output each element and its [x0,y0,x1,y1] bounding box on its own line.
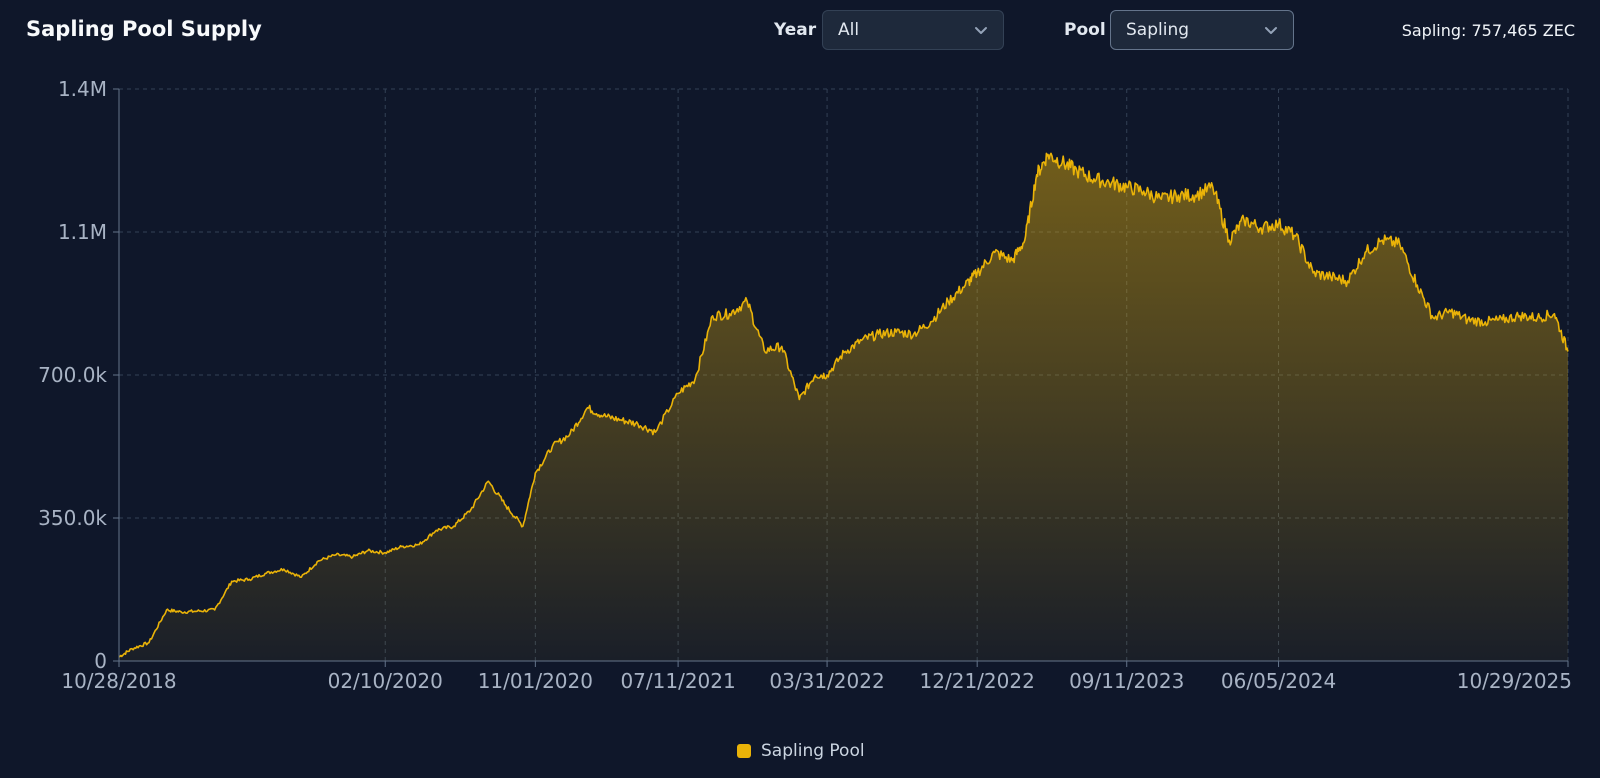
x-axis-ticks: 10/28/2018 02/10/2020 11/01/2020 07/11/2021… [61,661,1572,693]
x-tick-label: 09/11/2023 [1069,669,1184,693]
supply-area-chart: 0350.0k700.0k1.1M1.4M 10/28/2018 02/10/20… [38,77,1572,693]
y-tick-label: 1.4M [58,77,107,101]
y-tick-label: 1.1M [58,220,107,244]
x-tick-label: 07/11/2021 [620,669,735,693]
x-tick-label: 02/10/2020 [328,669,443,693]
x-tick-label: 10/29/2025 [1457,669,1572,693]
x-tick-label: 11/01/2020 [478,669,593,693]
series-area-fill [119,153,1568,661]
x-tick-label: 10/28/2018 [61,669,176,693]
x-tick-label: 06/05/2024 [1221,669,1336,693]
legend-item-sapling-pool[interactable]: Sapling Pool [737,741,865,761]
legend-swatch [737,744,751,758]
legend-label: Sapling Pool [761,741,865,761]
chart-page: Sapling Pool Supply Year All Pool Saplin… [0,0,1600,778]
x-tick-label: 12/21/2022 [920,669,1035,693]
y-axis-ticks: 0350.0k700.0k1.1M1.4M [38,77,119,673]
series-area-layer [118,152,1569,661]
y-tick-label: 350.0k [38,506,107,530]
x-tick-label: 03/31/2022 [769,669,884,693]
y-tick-label: 700.0k [38,363,107,387]
